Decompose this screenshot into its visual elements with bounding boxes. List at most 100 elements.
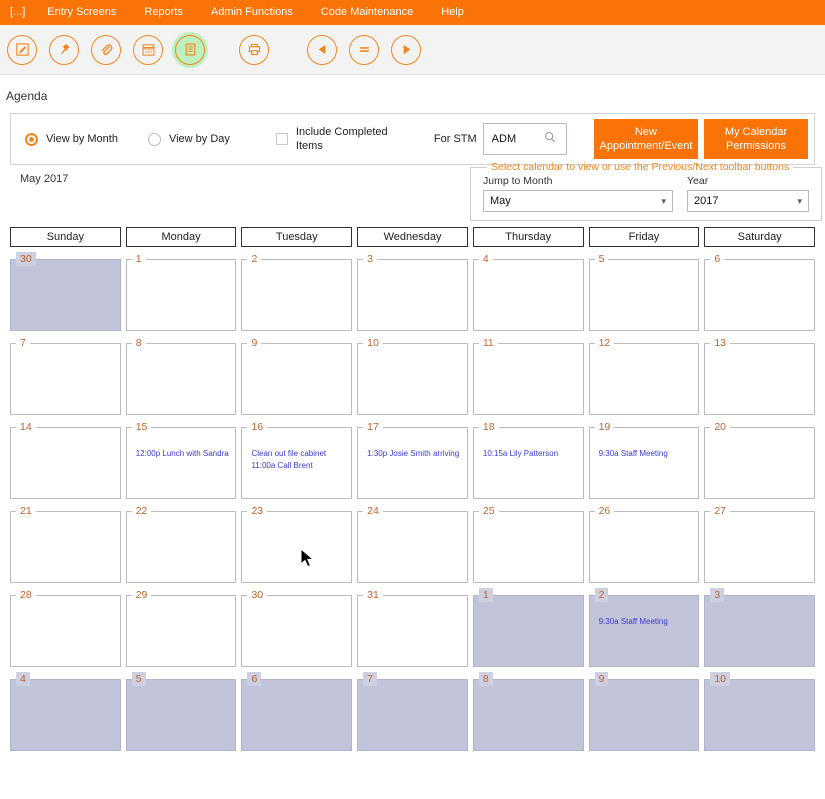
jump-to-month-label: Jump to Month [483,175,553,187]
calendar-day-box [472,511,584,583]
calendar-day-number: 6 [247,672,262,686]
calendar-day-cell[interactable]: 25 [472,504,584,583]
calendar-day-cell[interactable]: 7 [357,672,468,751]
calendar-day-cell[interactable]: 28 [10,588,121,667]
nav-item-more[interactable]: [...] [6,0,33,25]
include-completed-checkbox[interactable]: Include Completed Items [275,125,396,153]
calendar-day-cell[interactable]: 6 [704,252,816,331]
calendar-day-number: 16 [247,420,268,434]
view-by-day-radio[interactable]: View by Day [147,132,230,146]
calendar-day-number: 4 [16,672,30,686]
calendar-day-cell[interactable]: 17 1:30p Josie Smith arriving [357,420,468,499]
calendar-day-cell[interactable]: 8 [125,336,237,415]
nav-item-entry-screens[interactable]: Entry Screens [33,0,130,25]
calendar-day-cell[interactable]: 11 [472,336,584,415]
calendar-day-cell[interactable]: 20 [704,420,816,499]
calendar-day-cell[interactable]: 23 [241,504,353,583]
calendar-day-cell[interactable]: 5 [125,672,237,751]
next-icon[interactable] [391,34,421,65]
stm-field-wrapper[interactable] [482,123,567,155]
calendar-event[interactable]: 12:00p Lunch with Sandra [136,448,231,460]
calendar-event[interactable]: 9:30a Staff Meeting [599,616,694,628]
calendar-day-cell[interactable]: 3 [357,252,468,331]
calendar-event[interactable]: 11:00a Call Brent [251,460,346,472]
jump-to-month-select[interactable]: May ▾ [483,190,673,212]
calendar-event[interactable]: 10:15a Lily Patterson [483,448,578,460]
calendar-day-cell[interactable]: 9 [241,336,353,415]
calendar-day-cell[interactable]: 30 [241,588,353,667]
options-buttons: New Appointment/Event My Calendar Permis… [594,119,808,159]
calendar-icon[interactable] [133,34,163,65]
calendar-day-cell[interactable]: 30 [10,252,121,331]
calendar-day-cell[interactable]: 3 [704,588,816,667]
calendar-day-cell[interactable]: 10 [704,672,816,751]
calendar-day-cell[interactable]: 22 [125,504,237,583]
calendar-day-cell[interactable]: 31 [357,588,468,667]
calendar-day-cell[interactable]: 4 [10,672,121,751]
stm-input[interactable] [489,132,544,146]
calendar-day-cell[interactable]: 16 Clean out file cabinet 11:00a Call Bren… [241,420,353,499]
calendar-day-cell[interactable]: 18 10:15a Lily Patterson [472,420,584,499]
calendar-day-cell[interactable]: 12 [588,336,700,415]
calendar-day-cell[interactable]: 2 [241,252,353,331]
calendar-day-number: 1 [478,588,493,602]
calendar-day-cell[interactable]: 10 [357,336,468,415]
calendar-day-number: 31 [363,588,383,602]
calendar-day-box [588,259,700,331]
calendar-day-events: Clean out file cabinet 11:00a Call Brent [251,448,346,472]
print-icon[interactable] [239,34,269,65]
calendar-day-cell[interactable]: 24 [357,504,468,583]
calendar-day-cell[interactable]: 6 [241,672,353,751]
calendar-day-number: 24 [363,504,383,518]
nav-item-help[interactable]: Help [427,0,478,25]
calendar-day-cell[interactable]: 29 [125,588,237,667]
view-by-month-radio[interactable]: View by Month [25,132,118,146]
calendar-day-number: 28 [16,588,36,602]
menu-icon[interactable] [349,34,379,65]
calendar-event[interactable]: 1:30p Josie Smith arriving [367,448,462,460]
calendar-day-cell[interactable]: 2 9:30a Staff Meeting [588,588,700,667]
calendar-day-cell[interactable]: 1 [125,252,237,331]
previous-icon[interactable] [307,34,337,65]
calendar-day-cell[interactable]: 21 [10,504,121,583]
calendar-day-number: 25 [478,504,499,518]
calendar-day-cell[interactable]: 9 [588,672,700,751]
nav-item-admin-functions[interactable]: Admin Functions [197,0,307,25]
nav-item-reports[interactable]: Reports [130,0,197,25]
calendar-day-cell[interactable]: 19 9:30a Staff Meeting [588,420,700,499]
calendar-day-cell[interactable]: 26 [588,504,700,583]
calendar-day-box [10,343,121,415]
calendar-day-cell[interactable]: 27 [704,504,816,583]
calendar-day-cell[interactable]: 14 [10,420,121,499]
jump-to-month-value: May [490,195,511,207]
calendar-day-cell[interactable]: 4 [472,252,584,331]
agenda-icon[interactable] [175,34,205,65]
calendar-day-header-saturday: Saturday [704,227,816,247]
pushpin-icon[interactable] [49,34,79,65]
nav-item-code-maintenance[interactable]: Code Maintenance [307,0,427,25]
calendar-event[interactable]: Clean out file cabinet [251,448,346,460]
search-icon[interactable] [544,130,556,148]
edit-note-icon[interactable] [7,34,37,65]
calendar-day-number: 1 [131,252,146,266]
calendar-day-cell[interactable]: 5 [588,252,700,331]
year-select[interactable]: 2017 ▾ [687,190,809,212]
calendar-day-box [10,511,121,583]
calendar-day-cell[interactable]: 8 [472,672,584,751]
select-calendar-legend: Select calendar to view or use the Previ… [491,161,790,173]
calendar-day-number: 23 [247,504,268,518]
calendar-day-number: 10 [363,336,383,350]
calendar-day-cell[interactable]: 13 [704,336,816,415]
calendar-day-cell[interactable]: 15 12:00p Lunch with Sandra [125,420,237,499]
radio-selected-icon [25,132,38,146]
calendar-event[interactable]: 9:30a Staff Meeting [599,448,694,460]
calendar-day-cell[interactable]: 7 [10,336,121,415]
paperclip-icon[interactable] [91,34,121,65]
calendar-week-row: 28 29 30 31 1 2 9:30a Staff Meeting 3 [10,588,816,667]
new-appointment-button[interactable]: New Appointment/Event [594,119,698,159]
my-calendar-permissions-button[interactable]: My Calendar Permissions [704,119,808,159]
current-month-label: May 2017 [20,173,69,185]
calendar-day-number: 2 [594,588,609,602]
calendar-day-box [241,595,353,667]
calendar-day-cell[interactable]: 1 [472,588,584,667]
